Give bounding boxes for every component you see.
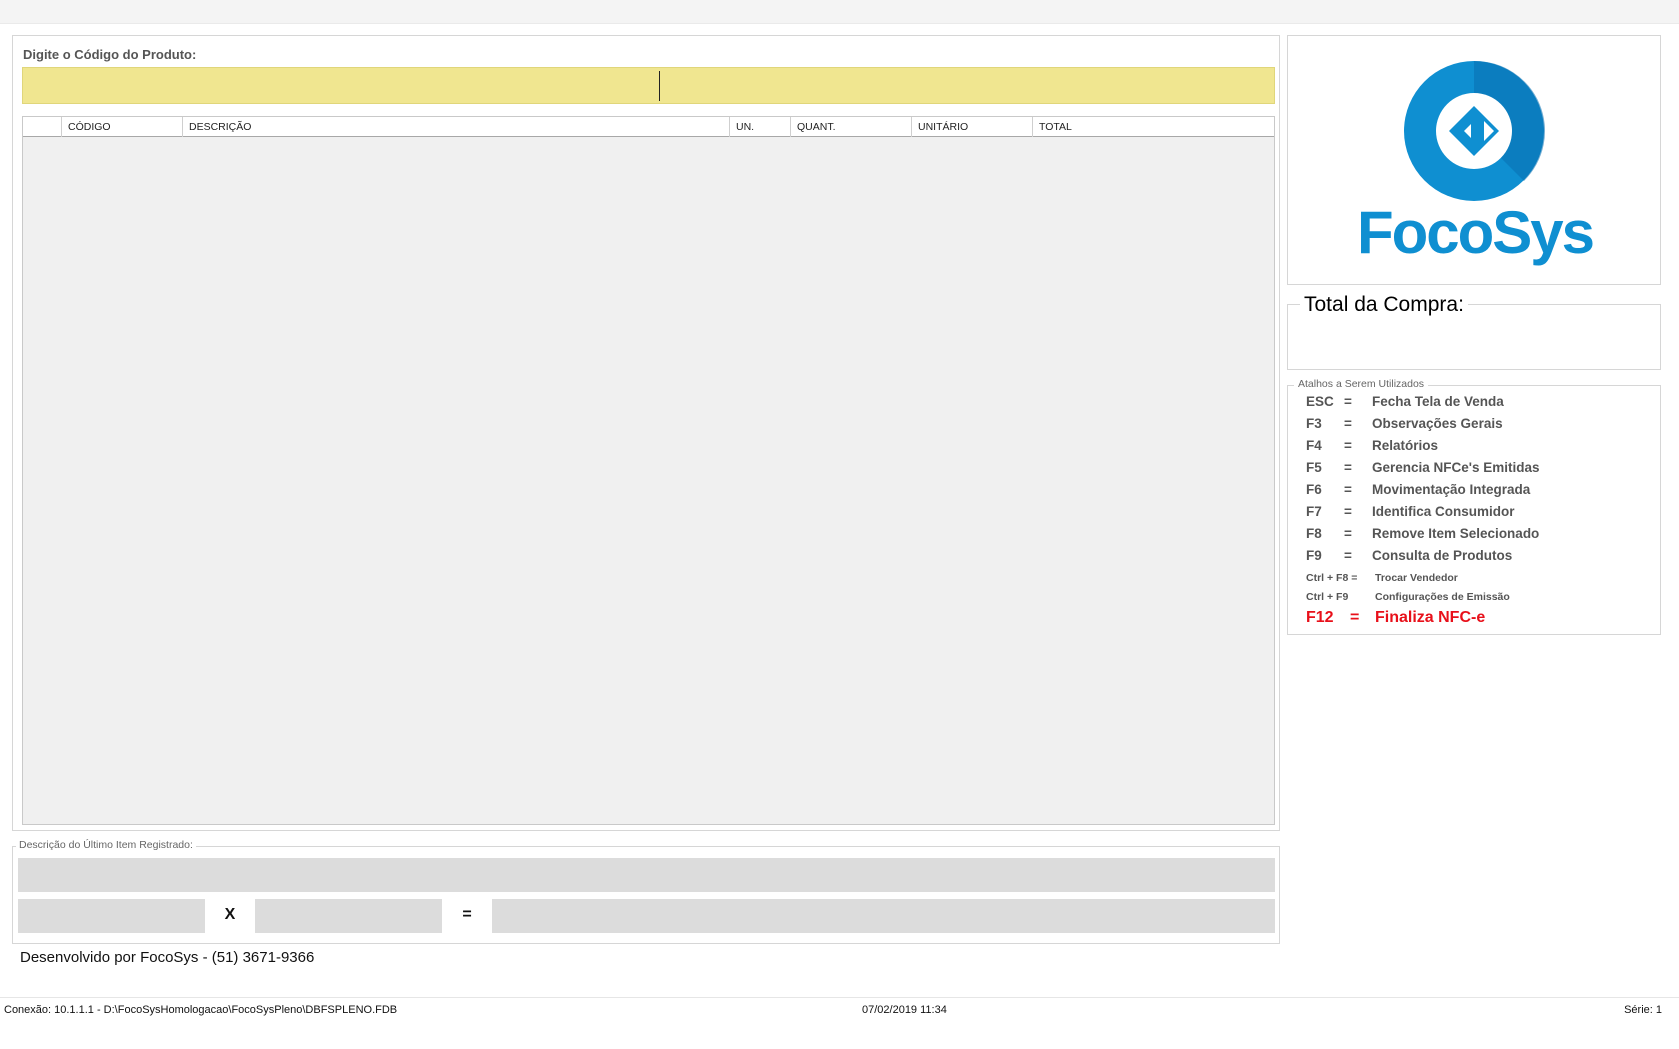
product-code-input[interactable] (22, 67, 1275, 104)
brand-name: FocoSys (1357, 199, 1593, 266)
shortcut-key: F7 (1306, 504, 1322, 519)
times-symbol: X (224, 906, 236, 923)
shortcut-eq: = (1350, 609, 1360, 626)
status-connection: Conexão: 10.1.1.1 - D:\FocoSysHomologaca… (4, 1004, 398, 1016)
shortcuts-title: Atalhos a Serem Utilizados (1294, 378, 1429, 390)
shortcut-f8: F8 = Remove Item Selecionado (1306, 526, 1656, 546)
shortcut-desc: Finaliza NFC-e (1375, 609, 1486, 626)
grid-header: CÓDIGO DESCRIÇÃO UN. QUANT. UNITÁRIO TOT… (23, 117, 1274, 137)
shortcut-desc: Movimentação Integrada (1372, 482, 1531, 497)
shortcut-desc: Identifica Consumidor (1372, 504, 1515, 519)
shortcut-eq: = (1344, 438, 1352, 453)
text-caret (659, 71, 660, 101)
bottom-strip (0, 1022, 1679, 1049)
shortcut-f7: F7 = Identifica Consumidor (1306, 504, 1656, 524)
shortcut-eq: = (1344, 504, 1352, 519)
shortcut-esc: ESC = Fecha Tela de Venda (1306, 394, 1656, 414)
shortcut-key: ESC (1306, 394, 1334, 409)
shortcut-f9: F9 = Consulta de Produtos (1306, 548, 1656, 568)
status-series: Série: 1 (1624, 1004, 1662, 1016)
shortcut-key: F9 (1306, 548, 1322, 563)
shortcut-key: F6 (1306, 482, 1322, 497)
shortcut-f12: F12 = Finaliza NFC-e (1306, 609, 1656, 629)
shortcut-eq: = (1344, 460, 1352, 475)
shortcut-key: Ctrl + F9 (1306, 591, 1349, 603)
shortcut-desc: Remove Item Selecionado (1372, 526, 1540, 541)
shortcut-key: F3 (1306, 416, 1322, 431)
product-panel: Digite o Código do Produto: CÓDIGO DESCR… (12, 35, 1280, 831)
shortcut-key: F12 (1306, 609, 1334, 626)
last-item-description (18, 858, 1275, 892)
shortcut-f4: F4 = Relatórios (1306, 438, 1656, 458)
shortcut-eq: = (1344, 548, 1352, 563)
shortcut-eq: = (1344, 416, 1352, 431)
code-diamond-icon (1404, 60, 1546, 201)
last-item-title: Descrição do Último Item Registrado: (16, 839, 196, 851)
shortcut-desc: Gerencia NFCe's Emitidas (1372, 460, 1540, 475)
grid-col-total[interactable]: TOTAL (1033, 117, 1276, 137)
shortcut-eq: = (1344, 526, 1352, 541)
shortcut-desc: Configurações de Emissão (1375, 591, 1510, 603)
focosys-logo: FocoSys (1357, 60, 1595, 266)
shortcut-key: Ctrl + F8 = (1306, 572, 1358, 584)
shortcut-ctrl-f9: Ctrl + F9 Configurações de Emissão (1306, 591, 1656, 611)
last-item-unit-price (255, 899, 442, 933)
shortcut-key: F8 (1306, 526, 1322, 541)
shortcut-f3: F3 = Observações Gerais (1306, 416, 1656, 436)
shortcut-desc: Relatórios (1372, 438, 1439, 453)
grid-col-indicator[interactable] (23, 117, 62, 137)
developer-credit: Desenvolvido por FocoSys - (51) 3671-936… (20, 949, 315, 966)
shortcut-desc: Fecha Tela de Venda (1372, 394, 1504, 409)
equals-symbol: = (462, 906, 472, 923)
grid-col-un[interactable]: UN. (730, 117, 791, 137)
status-datetime: 07/02/2019 11:34 (862, 1004, 947, 1016)
shortcut-key: F4 (1306, 438, 1322, 453)
grid-col-unitario[interactable]: UNITÁRIO (912, 117, 1033, 137)
shortcut-ctrl-f8: Ctrl + F8 = Trocar Vendedor (1306, 572, 1656, 592)
items-grid[interactable]: CÓDIGO DESCRIÇÃO UN. QUANT. UNITÁRIO TOT… (22, 116, 1275, 825)
last-item-total (492, 899, 1275, 933)
shortcut-f6: F6 = Movimentação Integrada (1306, 482, 1656, 502)
status-bar: Conexão: 10.1.1.1 - D:\FocoSysHomologaca… (0, 997, 1679, 1022)
shortcut-desc: Consulta de Produtos (1372, 548, 1513, 563)
shortcut-f5: F5 = Gerencia NFCe's Emitidas (1306, 460, 1656, 480)
product-code-label: Digite o Código do Produto: (23, 47, 197, 62)
shortcut-desc: Observações Gerais (1372, 416, 1503, 431)
grid-col-quant[interactable]: QUANT. (791, 117, 912, 137)
logo-panel: FocoSys (1287, 35, 1661, 285)
total-label: Total da Compra: (1300, 293, 1468, 317)
grid-col-descricao[interactable]: DESCRIÇÃO (183, 117, 730, 137)
shortcut-desc: Trocar Vendedor (1375, 572, 1458, 584)
shortcut-key: F5 (1306, 460, 1322, 475)
shortcut-eq: = (1344, 394, 1352, 409)
window-top-bar (0, 0, 1679, 24)
grid-col-codigo[interactable]: CÓDIGO (62, 117, 183, 137)
shortcut-eq: = (1344, 482, 1352, 497)
last-item-quantity (18, 899, 205, 933)
